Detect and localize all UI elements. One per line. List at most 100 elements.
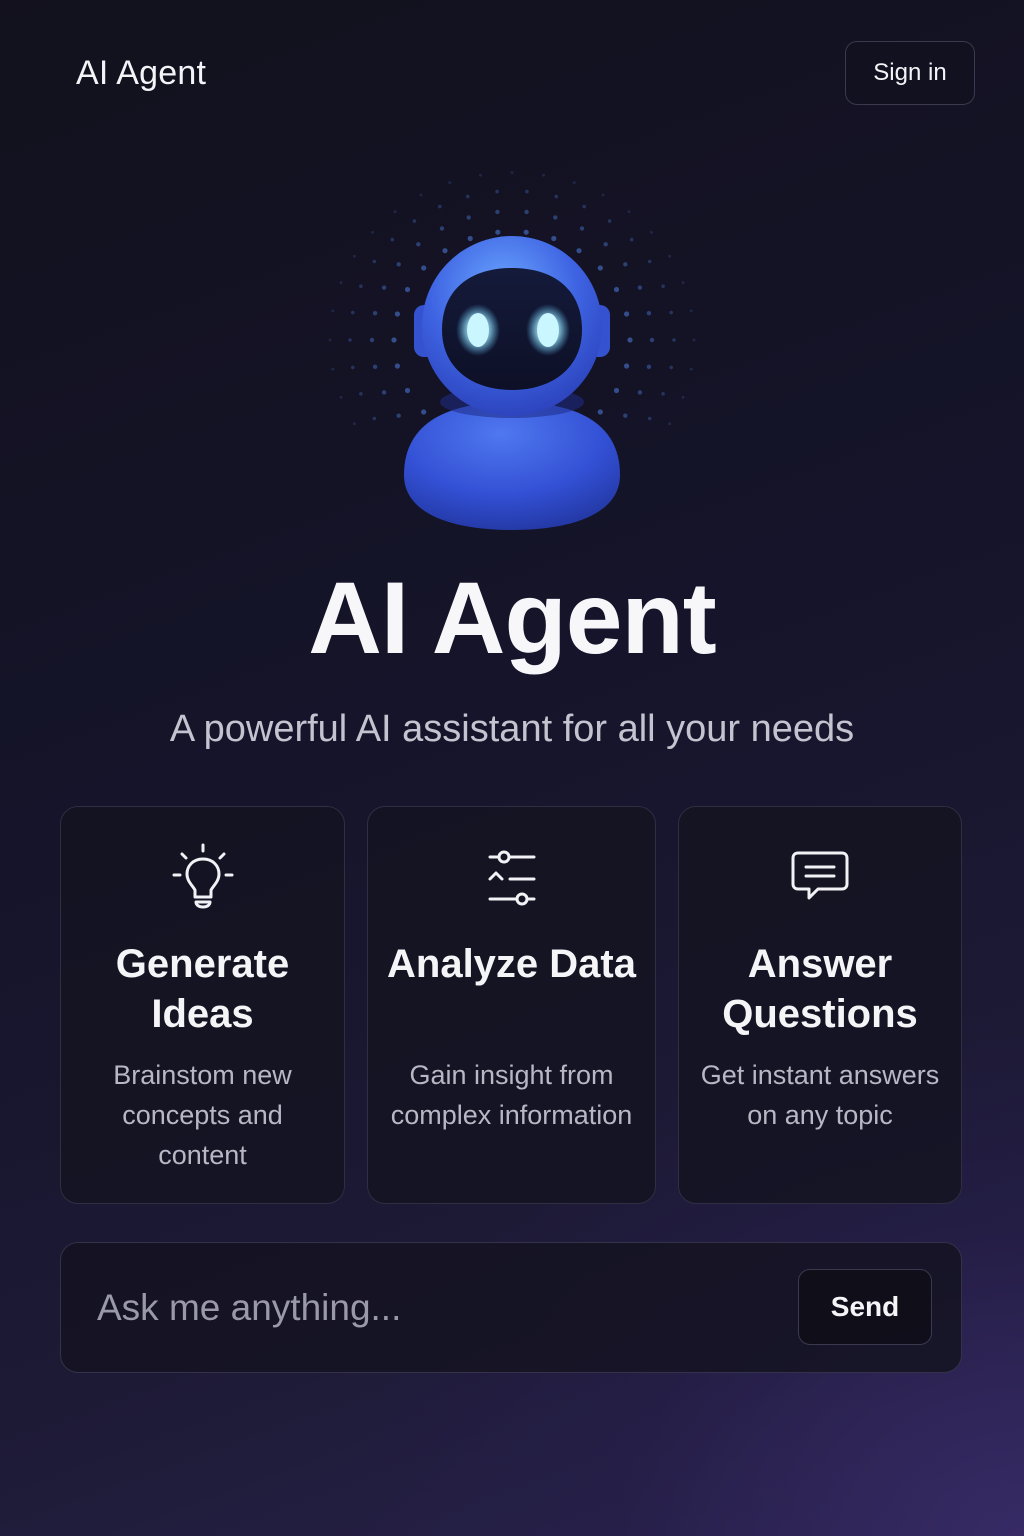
halo-dot [394, 363, 400, 369]
card-description: Brainstom new concepts and content [113, 1060, 292, 1170]
chat-bubble-icon [791, 851, 849, 900]
halo-dot [629, 237, 634, 242]
halo-dot [646, 311, 652, 316]
halo-dot [582, 204, 586, 209]
halo-dot [689, 309, 693, 313]
halo-dot [348, 338, 352, 342]
halo-dot [524, 209, 529, 215]
halo-dot [681, 395, 685, 399]
halo-dot [339, 281, 343, 285]
halo-dot [359, 284, 363, 288]
halo-dot [421, 265, 427, 271]
halo-dot [495, 229, 501, 235]
halo-dot [372, 311, 378, 316]
robot-icon [328, 171, 696, 530]
halo-dot [681, 281, 685, 285]
halo-dot [627, 337, 633, 343]
halo-dot [669, 365, 673, 370]
halo-dot [613, 286, 620, 293]
halo-dot [637, 285, 643, 290]
halo-dot [381, 285, 387, 290]
halo-dot [668, 422, 671, 426]
halo-dot [404, 286, 411, 293]
halo-dot [381, 390, 387, 395]
halo-dot [624, 363, 630, 369]
halo-dot [466, 215, 471, 220]
send-button[interactable]: Send [798, 1269, 932, 1345]
halo-dot [331, 309, 335, 313]
halo-dot [692, 338, 696, 342]
card-description: Get instant answers on any topic [700, 1060, 940, 1130]
halo-dot [421, 409, 427, 415]
feature-card-generate-ideas[interactable]: Generate Ideas Brainstom new concepts an… [60, 806, 345, 1204]
halo-dot [438, 204, 442, 209]
halo-dot [542, 173, 545, 177]
halo-dot [495, 189, 499, 194]
feature-card-answer-questions[interactable]: Answer Questions Get instant answers on … [678, 806, 962, 1204]
halo-dot [412, 219, 417, 223]
halo-dot [353, 422, 356, 426]
halo-dot [331, 367, 335, 371]
halo-dot [576, 248, 582, 254]
halo-dot [351, 310, 355, 315]
halo-dot [649, 337, 655, 343]
feature-card-analyze-data[interactable]: Analyze Data Gain insight from complex i… [367, 806, 656, 1204]
halo-dot [525, 189, 529, 194]
halo-dot [623, 413, 628, 418]
halo-dot [572, 181, 576, 185]
halo-dot [597, 265, 603, 271]
halo-dot [650, 231, 653, 234]
halo-dot [359, 392, 363, 396]
chat-input-bar: Send [60, 1242, 962, 1373]
halo-dot [393, 210, 397, 214]
halo-dot [439, 226, 445, 231]
halo-dot [613, 387, 620, 394]
card-title: Answer Questions [722, 942, 918, 1036]
halo-dot [601, 193, 605, 197]
halo-dot [394, 311, 400, 317]
halo-dot [396, 413, 401, 418]
halo-dot [624, 311, 630, 317]
halo-dot [351, 365, 355, 370]
halo-dot [372, 416, 377, 421]
halo-dot [668, 254, 671, 258]
halo-dot [442, 248, 448, 254]
halo-dot [672, 338, 676, 342]
halo-dot [647, 416, 652, 421]
halo-dot [372, 259, 377, 264]
halo-dot [371, 231, 374, 234]
halo-dot [448, 181, 452, 185]
halo-dot [390, 237, 395, 242]
halo-dot [647, 259, 652, 264]
hero-title: AI Agent [308, 561, 717, 675]
halo-dot [391, 337, 397, 343]
halo-dot [467, 235, 473, 242]
sign-in-button[interactable]: Sign in [845, 41, 975, 105]
halo-dot [597, 409, 603, 415]
halo-dot [646, 364, 652, 369]
halo-dot [396, 262, 401, 267]
card-title: Analyze Data [387, 942, 636, 986]
halo-dot [637, 390, 643, 395]
brand-logo-text[interactable]: AI Agent [76, 54, 206, 93]
halo-dot [479, 173, 482, 177]
halo-dot [661, 284, 665, 288]
halo-dot [554, 194, 559, 199]
card-title: Generate Ideas [115, 942, 290, 1036]
halo-dot [551, 235, 557, 242]
halo-dot [353, 254, 356, 258]
halo-dot [369, 337, 375, 343]
hero-tagline: A powerful AI assistant for all your nee… [169, 708, 855, 750]
halo-dot [510, 171, 514, 174]
halo-dot [603, 242, 608, 247]
halo-dot [465, 194, 470, 199]
halo-dot [523, 229, 529, 235]
halo-dot [579, 226, 585, 231]
halo-dot [372, 364, 378, 369]
halo-dot [339, 395, 343, 399]
halo-dot [416, 242, 421, 247]
halo-dot [689, 367, 693, 371]
robot-mascot [312, 150, 712, 550]
chat-input[interactable] [97, 1273, 777, 1343]
card-description: Gain insight from complex information [390, 1060, 633, 1130]
